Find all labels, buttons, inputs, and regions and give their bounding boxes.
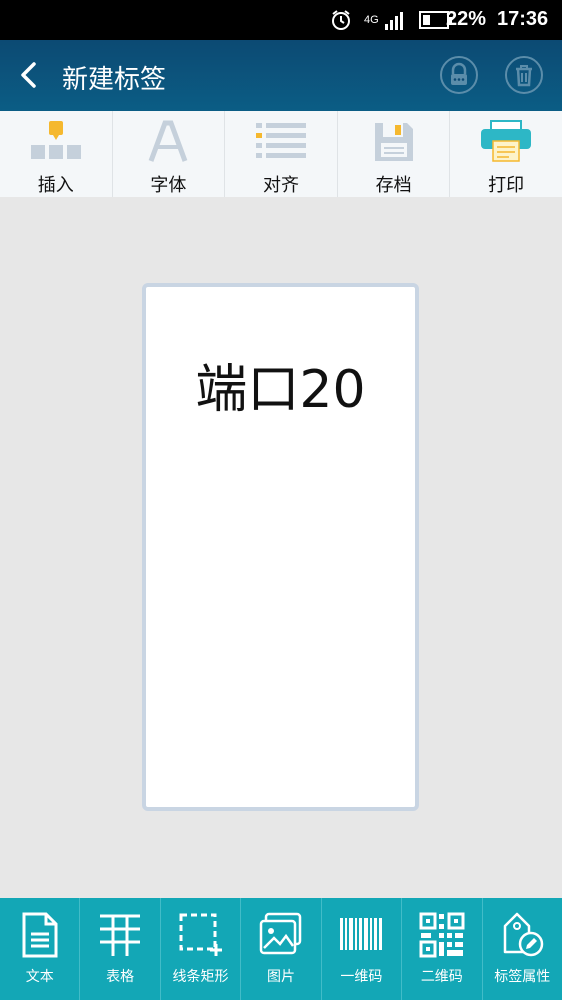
tool-insert-label: 插入	[37, 175, 74, 196]
battery-percent: 22%	[446, 8, 487, 30]
title-bar: 新建标签	[0, 40, 562, 111]
image-icon	[259, 912, 302, 955]
alarm-icon	[332, 10, 350, 30]
bottom-bar: 文本 表格 线条矩形 图片 一维码 二维码 标签属性	[0, 898, 562, 1000]
toolbar: 插入 字体 对齐 存档 打印	[0, 111, 562, 197]
back-icon	[21, 62, 36, 88]
lock-icon	[451, 62, 467, 85]
bottom-item-barcode-label: 一维码	[340, 969, 383, 985]
status-icons: 4G	[330, 8, 453, 32]
qrcode-icon	[419, 912, 465, 958]
bottom-item-qrcode-label: 二维码	[420, 969, 463, 985]
text-doc-icon	[22, 912, 58, 958]
font-icon	[149, 120, 188, 162]
label-canvas[interactable]: 端口20	[142, 283, 419, 811]
network-type: 4G	[364, 14, 379, 26]
bottom-item-table[interactable]: 表格	[80, 898, 161, 1000]
insert-icon	[30, 121, 81, 159]
tool-align-label: 对齐	[262, 175, 299, 196]
status-bar: 4G 22% 17:36	[0, 0, 562, 40]
bottom-item-text[interactable]: 文本	[0, 898, 81, 1000]
bottom-item-text-label: 文本	[25, 969, 54, 985]
barcode-icon	[340, 918, 383, 950]
tool-insert[interactable]: 插入	[0, 111, 113, 197]
print-icon	[481, 120, 532, 162]
delete-button[interactable]	[505, 56, 543, 94]
clock: 17:36	[497, 8, 549, 30]
bottom-item-rectangle[interactable]: 线条矩形	[161, 898, 242, 1000]
table-icon	[100, 914, 141, 956]
align-icon	[255, 123, 306, 158]
tool-print-label: 打印	[488, 175, 525, 196]
tool-font-label: 字体	[150, 175, 187, 196]
back-button[interactable]	[12, 58, 46, 92]
tool-align[interactable]: 对齐	[225, 111, 338, 197]
bottom-item-tag-settings-label: 标签属性	[494, 969, 551, 985]
tool-font[interactable]: 字体	[113, 111, 226, 197]
bottom-item-image-label: 图片	[266, 969, 295, 985]
bottom-item-image[interactable]: 图片	[241, 898, 322, 1000]
rectangle-icon	[179, 913, 222, 956]
tool-save-label: 存档	[375, 175, 412, 196]
lock-button[interactable]	[440, 56, 478, 94]
label-text-element[interactable]: 端口20	[146, 347, 415, 422]
tool-print[interactable]: 打印	[450, 111, 562, 197]
bottom-item-barcode[interactable]: 一维码	[322, 898, 403, 1000]
trash-icon	[516, 65, 532, 87]
bottom-item-qrcode[interactable]: 二维码	[402, 898, 483, 1000]
signal-icon	[384, 12, 403, 30]
tool-save[interactable]: 存档	[338, 111, 451, 197]
page-title: 新建标签	[62, 65, 167, 95]
bottom-item-tag-settings[interactable]: 标签属性	[483, 898, 562, 1000]
save-icon	[374, 123, 413, 161]
tag-settings-icon	[503, 912, 544, 957]
bottom-item-table-label: 表格	[106, 969, 135, 985]
bottom-item-rectangle-label: 线条矩形	[172, 969, 229, 985]
